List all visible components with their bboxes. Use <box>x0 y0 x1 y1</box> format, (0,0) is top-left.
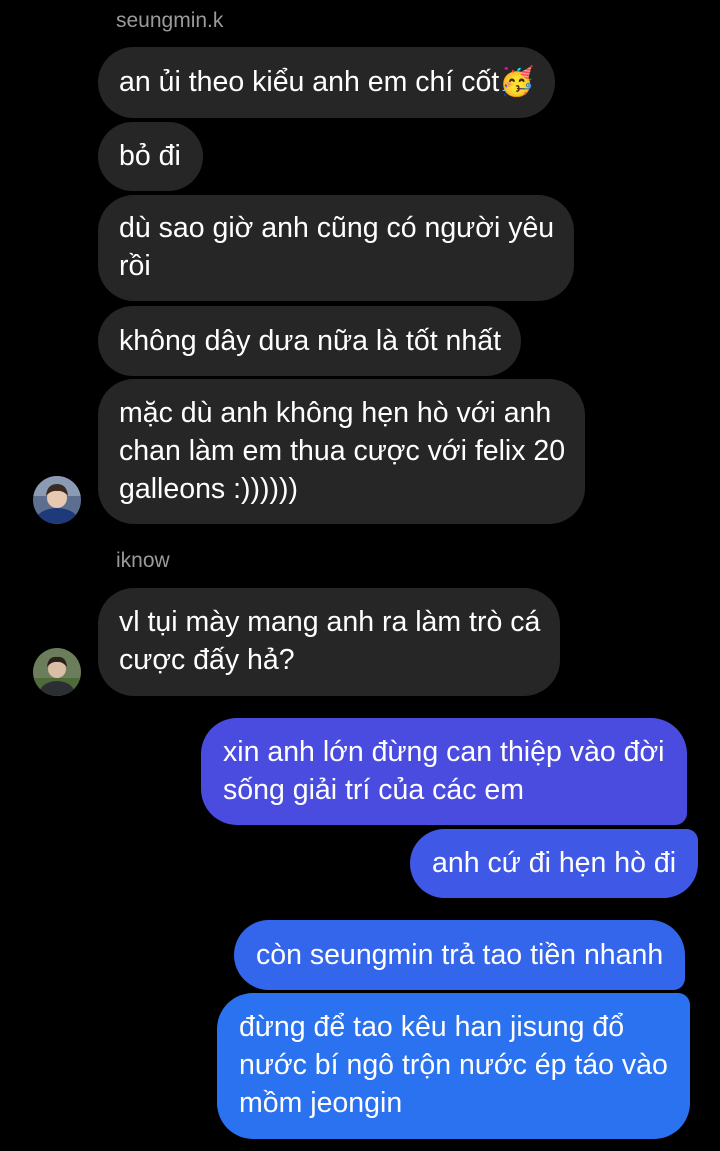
message-bubble[interactable]: vl tụi mày mang anh ra làm trò cá cược đ… <box>98 588 561 696</box>
message-text: bỏ đi <box>119 140 181 172</box>
message-bubble[interactable]: an ủi theo kiểu anh em chí cốt🥳 <box>98 47 555 118</box>
message-text: nước bí ngô trộn nước ép táo vào <box>239 1049 668 1081</box>
message-text: không dây dưa nữa là tốt nhất <box>119 325 502 357</box>
message-text: dù sao giờ anh cũng có người yêu <box>119 212 555 244</box>
message-text: cược đấy hả? <box>119 644 295 676</box>
sender-name: iknow <box>116 549 170 572</box>
message-text: vl tụi mày mang anh ra làm trò cá <box>119 606 541 638</box>
outgoing-message-bubble[interactable]: còn seungmin trả tao tiền nhanh <box>234 920 686 990</box>
message-text: đừng để tao kêu han jisung đổ <box>239 1011 625 1043</box>
message-text: mồm jeongin <box>239 1087 403 1119</box>
message-bubble[interactable]: mặc dù anh không hẹn hò với anh chan làm… <box>98 379 586 524</box>
user-avatar-icon <box>33 476 81 524</box>
message-text: anh cứ đi hẹn hò đi <box>432 847 677 879</box>
message-bubble[interactable]: không dây dưa nữa là tốt nhất <box>98 306 522 376</box>
message-text: chan làm em thua cược với felix 20 <box>119 435 566 467</box>
user-avatar-icon <box>33 648 81 696</box>
avatar[interactable] <box>33 476 81 524</box>
message-text: mặc dù anh không hẹn hò với anh <box>119 397 552 429</box>
message-text: an ủi theo kiểu anh em chí cốt🥳 <box>119 66 535 98</box>
message-text: galleons :)))))) <box>119 473 298 505</box>
message-bubble[interactable]: bỏ đi <box>98 122 203 191</box>
message-text: xin anh lớn đừng can thiệp vào đời <box>223 736 665 768</box>
outgoing-message-bubble[interactable]: đừng để tao kêu han jisung đổ nước bí ng… <box>217 993 690 1139</box>
message-text: sống giải trí của các em <box>223 774 524 806</box>
message-text: còn seungmin trả tao tiền nhanh <box>256 939 664 971</box>
outgoing-message-bubble[interactable]: xin anh lớn đừng can thiệp vào đời sống … <box>201 718 687 825</box>
avatar[interactable] <box>33 648 81 696</box>
message-text: rồi <box>119 250 151 282</box>
message-bubble[interactable]: dù sao giờ anh cũng có người yêu rồi <box>98 195 575 301</box>
outgoing-message-bubble[interactable]: anh cứ đi hẹn hò đi <box>410 829 699 898</box>
sender-name: seungmin.k <box>116 9 224 32</box>
